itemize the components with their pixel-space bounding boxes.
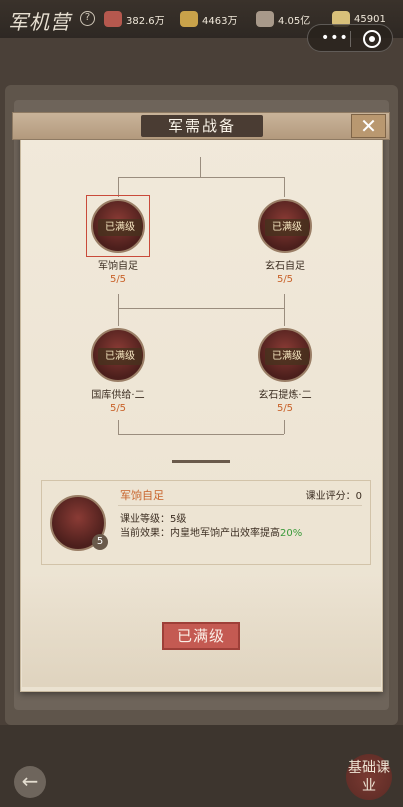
scroll-indicator [172, 460, 230, 463]
node-name: 玄石提炼·二 [258, 390, 312, 401]
detail-level-text: 课业等级：5级 [120, 514, 187, 525]
resource-value: 4463万 [202, 15, 238, 27]
general-portrait-icon: 已满级 [258, 328, 312, 382]
tree-line [284, 177, 285, 197]
tree-line [284, 420, 285, 434]
bottom-bar [0, 725, 403, 807]
maxed-badge: 已满级 [265, 219, 309, 236]
node-progress: 5/5 [109, 403, 127, 414]
page-title: 军机营 [8, 10, 71, 34]
node-name: 军饷自足 [98, 261, 138, 272]
node-progress: 5/5 [109, 274, 127, 285]
resource-value: 45901 [354, 13, 386, 25]
general-portrait-icon: 已满级 [91, 328, 145, 382]
maxed-badge: 已满级 [98, 348, 142, 365]
more-icon[interactable]: ••• [321, 31, 349, 45]
gold-icon [180, 11, 198, 27]
detail-skill-name: 军饷自足 [120, 489, 164, 502]
back-button[interactable]: ← [14, 766, 46, 798]
tree-line [118, 434, 284, 435]
detail-score: 课业评分：0 [305, 491, 362, 502]
tree-line [118, 420, 119, 434]
maxed-badge: 已满级 [98, 219, 142, 236]
node-name: 国库供给·二 [91, 390, 145, 401]
skill-node-xuanshi[interactable]: 已满级 玄石自足 5/5 [240, 199, 330, 285]
mini-program-capsule: ••• [307, 24, 393, 52]
resource-gold: 4463万 [180, 10, 237, 28]
effect-prefix: 当前效果：内皇地军饷产出效率提高 [120, 528, 280, 539]
close-button[interactable]: ✕ [351, 114, 386, 138]
resource-gem: 382.6万 [104, 10, 165, 28]
close-target-icon[interactable] [363, 30, 381, 48]
tree-line [200, 157, 201, 177]
tree-line [284, 294, 285, 308]
maxed-button[interactable]: 已满级 [162, 622, 240, 650]
general-portrait-icon: 已满级 [91, 199, 145, 253]
general-portrait-icon: 已满级 [258, 199, 312, 253]
tree-line [284, 308, 285, 326]
basic-course-stamp[interactable]: 基础课业 [346, 754, 392, 800]
capsule-divider [350, 31, 351, 47]
coin-stack-icon [256, 11, 274, 27]
gem-icon [104, 11, 122, 27]
resource-value: 4.05亿 [278, 15, 311, 27]
effect-value: 20% [280, 528, 303, 539]
skill-node-guoku[interactable]: 已满级 国库供给·二 5/5 [73, 328, 163, 414]
node-progress: 5/5 [276, 403, 294, 414]
tree-line [118, 177, 119, 197]
resource-coin: 4.05亿 [256, 10, 310, 28]
resource-value: 382.6万 [126, 15, 165, 27]
skill-node-junxiang[interactable]: 已满级 军饷自足 5/5 [73, 199, 163, 285]
detail-divider [118, 505, 362, 506]
maxed-badge: 已满级 [265, 348, 309, 365]
tree-line [118, 308, 119, 326]
node-name: 玄石自足 [265, 261, 305, 272]
tree-line [118, 308, 284, 309]
detail-effect-text: 当前效果：内皇地军饷产出效率提高20% [120, 524, 302, 539]
tree-line [118, 177, 284, 178]
level-badge: 5 [92, 534, 108, 550]
skill-node-tilian[interactable]: 已满级 玄石提炼·二 5/5 [240, 328, 330, 414]
tree-line [118, 294, 119, 308]
node-progress: 5/5 [276, 274, 294, 285]
panel-title: 军需战备 [141, 115, 263, 137]
help-icon[interactable]: ? [80, 11, 95, 26]
